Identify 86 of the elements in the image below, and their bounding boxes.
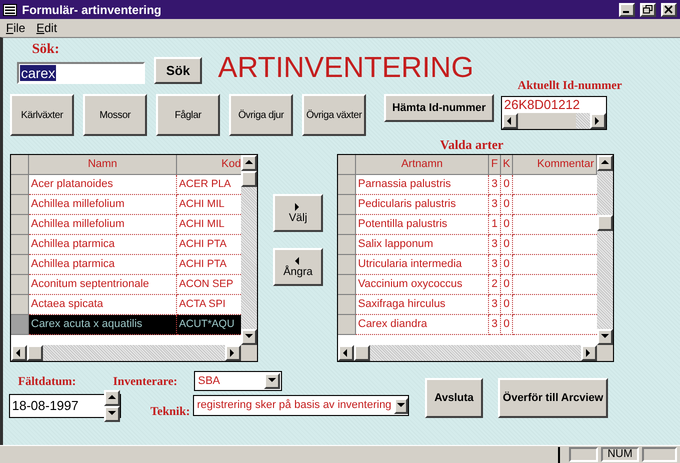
- horizontal-scrollbar[interactable]: [338, 345, 597, 361]
- close-button[interactable]: [661, 2, 677, 16]
- row-selector[interactable]: [11, 195, 29, 215]
- scroll-button[interactable]: [104, 406, 120, 422]
- scroll-thumb[interactable]: [27, 345, 43, 361]
- category-button[interactable]: Kärlväxter: [10, 94, 74, 136]
- form-icon: [3, 4, 17, 16]
- row-selector[interactable]: [338, 235, 356, 255]
- undo-button[interactable]: Ångra: [273, 248, 323, 286]
- status-panel: [642, 447, 677, 462]
- row-selector[interactable]: [338, 255, 356, 275]
- scroll-button[interactable]: [581, 345, 597, 361]
- category-button[interactable]: Övriga växter: [302, 94, 366, 136]
- row-selector[interactable]: [338, 175, 356, 195]
- scrollbar-corner: [597, 345, 613, 361]
- row-selector[interactable]: [338, 215, 356, 235]
- search-field[interactable]: carex: [17, 62, 145, 84]
- row-selector[interactable]: [11, 235, 29, 255]
- row-selector[interactable]: [11, 215, 29, 235]
- scroll-button[interactable]: [225, 345, 241, 361]
- row-selector[interactable]: [11, 295, 29, 315]
- table-row[interactable]: Achillea millefolium ACHI MIL: [11, 215, 241, 235]
- vertical-scrollbar[interactable]: [597, 155, 613, 345]
- scroll-button[interactable]: [338, 345, 354, 361]
- scroll-button[interactable]: [590, 113, 606, 129]
- select-button[interactable]: Välj: [273, 194, 323, 232]
- scroll-button[interactable]: [597, 155, 613, 171]
- vertical-scrollbar[interactable]: [241, 155, 257, 345]
- scroll-button[interactable]: [241, 329, 257, 345]
- scroll-button[interactable]: [104, 390, 120, 406]
- inventerare-label: Inventerare:: [113, 373, 178, 390]
- category-button[interactable]: Fåglar: [156, 94, 220, 136]
- selected-species-title: Valda arter: [440, 137, 504, 152]
- row-selector[interactable]: [11, 255, 29, 275]
- row-selector[interactable]: [11, 175, 29, 195]
- scroll-button[interactable]: [11, 345, 27, 361]
- table-row[interactable]: Acer platanoides ACER PLA: [11, 175, 241, 195]
- close-icon: [664, 5, 674, 14]
- teknik-dropdown[interactable]: registrering sker på basis av inventering: [193, 395, 409, 416]
- export-button[interactable]: Överför till Arcview: [498, 378, 608, 418]
- dropdown-button[interactable]: [394, 398, 408, 414]
- scroll-thumb[interactable]: [597, 215, 613, 231]
- window-title: Formulär- artinventering: [22, 2, 162, 18]
- restore-button[interactable]: [640, 2, 656, 16]
- status-panel: [569, 447, 598, 462]
- table-row[interactable]: Achillea millefolium ACHI MIL: [11, 195, 241, 215]
- table-row[interactable]: Aconitum septentrionale ACON SEP: [11, 275, 241, 295]
- menu-item[interactable]: File: [6, 19, 26, 37]
- search-label: Sök:: [32, 42, 60, 58]
- table-cell: Carex diandra: [356, 315, 489, 335]
- category-button[interactable]: Övriga djur: [229, 94, 293, 136]
- row-selector[interactable]: [338, 315, 356, 335]
- row-selector[interactable]: [11, 275, 29, 295]
- category-button[interactable]: Mossor: [83, 94, 147, 136]
- teknik-label: Teknik:: [149, 403, 190, 420]
- restore-icon: [643, 5, 653, 14]
- horizontal-scrollbar[interactable]: [11, 345, 241, 361]
- row-selector[interactable]: [338, 275, 356, 295]
- horizontal-scrollbar[interactable]: [502, 113, 606, 129]
- exit-button[interactable]: Avsluta: [425, 378, 483, 418]
- table-cell: Carex acuta x aquatilis: [29, 315, 177, 335]
- form-heading: ARTINVENTERING: [218, 51, 474, 85]
- table-cell: 0: [501, 315, 513, 335]
- scroll-thumb[interactable]: [354, 345, 370, 361]
- row-selector[interactable]: [338, 295, 356, 315]
- table-row[interactable]: Carex acuta x aquatilis ACUT*AQU: [11, 315, 241, 335]
- inventerare-dropdown[interactable]: SBA: [194, 371, 282, 391]
- scroll-button[interactable]: [241, 155, 257, 171]
- id-number-field[interactable]: 26K8D01212: [501, 96, 607, 130]
- scroll-thumb[interactable]: [241, 171, 257, 187]
- table-row[interactable]: Actaea spicata ACTA SPI: [11, 295, 241, 315]
- minimize-button[interactable]: [619, 2, 635, 16]
- search-button[interactable]: Sök: [154, 57, 202, 84]
- table-row[interactable]: Achillea ptarmica ACHI PTA: [11, 235, 241, 255]
- scroll-button[interactable]: [502, 113, 518, 129]
- field-date-label: Fältdatum:: [18, 373, 77, 390]
- fetch-id-button[interactable]: Hämta Id-nummer: [384, 94, 494, 122]
- table-cell: 3: [489, 315, 501, 335]
- id-number-label: Aktuellt Id-nummer: [518, 77, 622, 94]
- table-row[interactable]: Achillea ptarmica ACHI PTA: [11, 255, 241, 275]
- dropdown-button[interactable]: [264, 373, 280, 389]
- scrollbar-corner: [241, 345, 257, 361]
- status-indicator: NUM: [601, 447, 639, 462]
- row-selector[interactable]: [338, 195, 356, 215]
- scroll-button[interactable]: [597, 329, 613, 345]
- menu-item[interactable]: Edit: [36, 19, 58, 37]
